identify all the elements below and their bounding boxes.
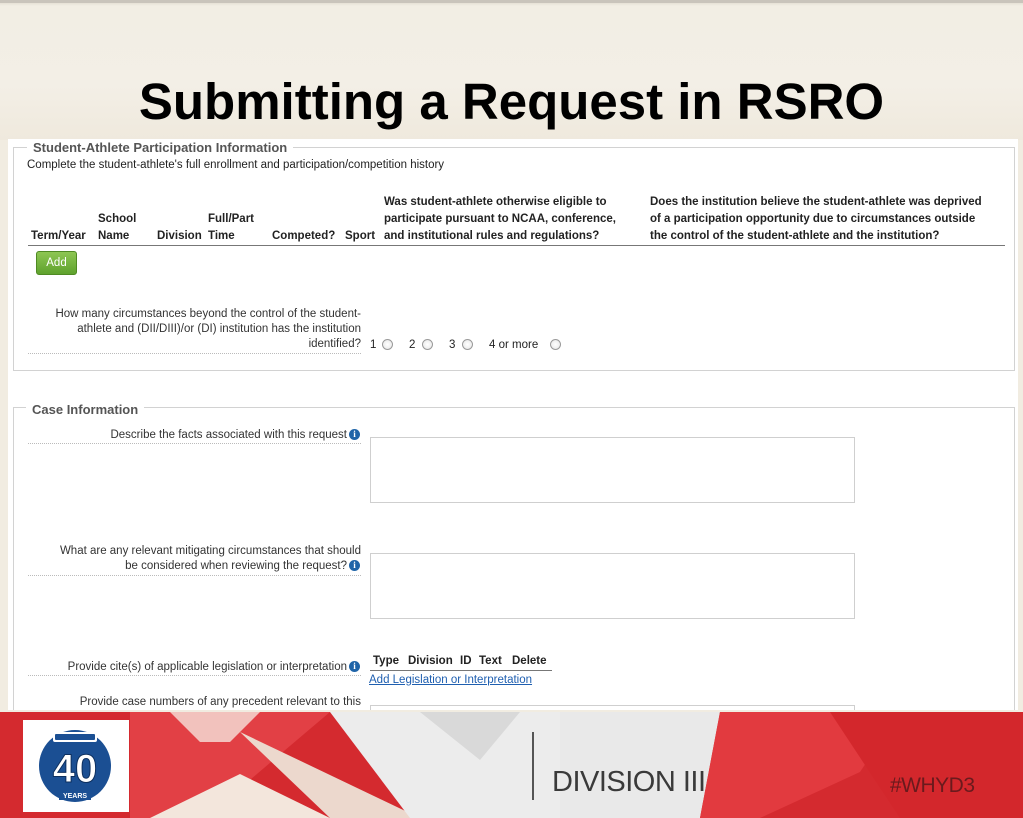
footer-decoration [130,712,1023,818]
col-eligible-line1: Was student-athlete otherwise eligible t… [384,196,607,208]
logo-graphic: 40 YEARS [29,728,119,806]
add-participation-button[interactable]: Add [36,251,77,275]
case-legend: Case Information [26,402,145,417]
cite-col-delete: Delete [512,655,547,667]
cite-col-text: Text [479,655,502,667]
logo-number: 40 [53,747,98,791]
rsro-form-screenshot: Student-Athlete Participation Informatio… [8,139,1018,710]
circumstances-question-line1: How many circumstances beyond the contro… [55,308,361,320]
cite-dotted-line [28,675,361,676]
col-eligible-line2: participate pursuant to NCAA, conference… [384,213,616,225]
col-school-line1: School [98,213,137,225]
option-2-radio[interactable] [422,339,433,350]
col-eligible-line3: and institutional rules and regulations? [384,230,600,242]
add-legislation-link[interactable]: Add Legislation or Interpretation [369,674,532,686]
logo-years: YEARS [63,793,87,800]
precedent-label: Provide case numbers of any precedent re… [79,696,361,708]
option-4-label: 4 or more [489,339,539,351]
ncaa-40-years-logo: 40 YEARS [23,720,129,812]
mitigating-label-line2: be considered when reviewing the request… [125,560,347,572]
col-deprived-line1: Does the institution believe the student… [650,196,982,208]
slide-title: Submitting a Request in RSRO [138,73,885,130]
mitigating-label-line1: What are any relevant mitigating circums… [59,545,361,557]
col-term-year: Term/Year [31,230,86,242]
division-iii-text: DIVISION III [552,766,706,798]
facts-info-icon[interactable]: i [349,429,360,440]
mitigating-info-icon[interactable]: i [349,560,360,571]
option-2-label: 2 [409,339,416,351]
option-1-radio[interactable] [382,339,393,350]
cite-label: Provide cite(s) of applicable legislatio… [67,661,347,673]
col-deprived-line2: of a participation opportunity due to ci… [650,213,976,225]
col-fullpart-line1: Full/Part [208,213,255,225]
header-divider [28,245,1005,246]
col-division: Division [157,230,202,242]
cite-col-division: Division [408,655,453,667]
footer-banner: 40 YEARS DIVISION III #WHYD3 [0,712,1023,818]
circumstances-question-line3: identified? [308,338,361,350]
cite-info-icon[interactable]: i [349,661,360,672]
circumstances-question-line2: athlete and (DII/DIII)/or (DI) instituti… [77,323,361,335]
precedent-textarea[interactable] [370,705,855,710]
option-3-radio[interactable] [462,339,473,350]
col-school-line2: Name [98,230,130,242]
hashtag-text: #WHYD3 [890,774,975,797]
cite-header-divider [370,670,552,671]
cite-col-type: Type [373,655,399,667]
facts-textarea[interactable] [370,437,855,503]
mitigating-textarea[interactable] [370,553,855,619]
participation-instructions: Complete the student-athlete's full enro… [27,159,445,171]
option-1-label: 1 [370,339,377,351]
cite-col-id: ID [460,655,472,667]
option-4-radio[interactable] [550,339,561,350]
facts-dotted-line [28,443,361,444]
circumstances-dotted-line [28,353,361,354]
col-competed: Competed? [272,230,336,242]
participation-legend: Student-Athlete Participation Informatio… [27,140,294,155]
option-3-label: 3 [449,339,456,351]
col-deprived-line3: the control of the student-athlete and t… [650,230,940,242]
col-sport: Sport [345,230,376,242]
col-fullpart-line2: Time [208,230,235,242]
facts-label: Describe the facts associated with this … [110,429,347,441]
mitigating-dotted-line [28,575,361,576]
